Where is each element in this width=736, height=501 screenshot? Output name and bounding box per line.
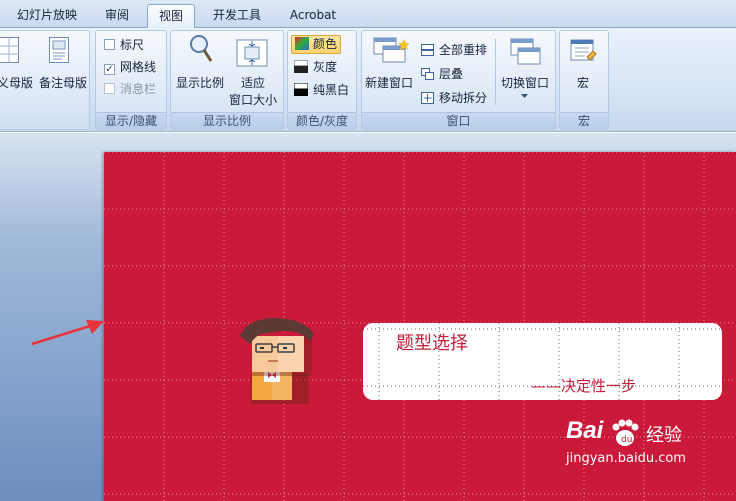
grayscale-icon xyxy=(293,59,309,73)
cascade-icon xyxy=(421,68,434,80)
cascade-button[interactable]: 层叠 xyxy=(421,65,463,82)
slide-master-icon xyxy=(0,37,19,63)
notes-master-icon xyxy=(49,37,69,63)
move-split-icon xyxy=(421,92,434,104)
black-white-icon xyxy=(293,82,309,96)
color-swatch-icon xyxy=(295,37,309,50)
gridlines-label: 网格线 xyxy=(120,60,157,74)
checkmark-icon: ✓ xyxy=(104,64,115,75)
black-white-button[interactable]: 纯黑白 xyxy=(293,81,350,98)
group-master-views: 义母版 备注母版 xyxy=(0,30,90,130)
cascade-label: 层叠 xyxy=(439,67,464,81)
fit-to-window-icon xyxy=(236,39,268,67)
ruler-check-icon xyxy=(104,39,115,50)
group-window: 新建窗口 全部重排 层叠 移动拆分 切换窗口 窗口 xyxy=(361,30,556,130)
gridlines-checkbox[interactable]: ✓ 网格线 xyxy=(104,58,156,75)
tab-slideshow[interactable]: 幻灯片放映 xyxy=(8,4,86,28)
cartoon-teacher-image xyxy=(240,318,314,404)
color-button[interactable]: 颜色 xyxy=(291,35,341,54)
watermark-url: jingyan.baidu.com xyxy=(566,451,686,466)
new-window-icon xyxy=(373,37,409,63)
message-bar-checkbox[interactable]: 消息栏 xyxy=(104,80,156,97)
group-label-color-grayscale: 颜色/灰度 xyxy=(288,112,356,129)
fit-to-window-button-line2[interactable]: 窗口大小 xyxy=(229,91,277,108)
callout-gridlines xyxy=(363,323,722,400)
magnifier-icon xyxy=(190,35,213,62)
zoom-button[interactable]: 显示比例 xyxy=(176,74,224,91)
macros-button[interactable]: 宏 xyxy=(577,74,589,91)
message-bar-label: 消息栏 xyxy=(120,82,157,96)
watermark-brand-cn: 经验 xyxy=(646,425,682,446)
baidu-jingyan-watermark: Bai du 经验 jingyan.baidu.com xyxy=(566,415,736,501)
paw-logo-icon: du xyxy=(612,419,639,446)
watermark-brand: Bai xyxy=(566,417,604,444)
ruler-label: 标尺 xyxy=(120,38,145,52)
black-white-label: 纯黑白 xyxy=(313,83,350,97)
chevron-down-icon[interactable] xyxy=(521,94,528,99)
arrange-all-button[interactable]: 全部重排 xyxy=(421,41,487,58)
macro-icon xyxy=(570,39,597,61)
group-label-zoom: 显示比例 xyxy=(171,112,283,129)
text-callout-box[interactable]: 题型选择 ——决定性一步 xyxy=(363,323,722,400)
group-show-hide: 标尺 ✓ 网格线 消息栏 显示/隐藏 xyxy=(95,30,167,130)
red-arrow-icon xyxy=(31,320,104,346)
grayscale-button[interactable]: 灰度 xyxy=(293,58,338,75)
ruler-checkbox[interactable]: 标尺 xyxy=(104,36,144,53)
grayscale-label: 灰度 xyxy=(313,60,338,74)
color-label: 颜色 xyxy=(313,37,338,51)
new-window-button[interactable]: 新建窗口 xyxy=(365,74,413,91)
tab-developer[interactable]: 开发工具 xyxy=(203,4,271,28)
group-color-grayscale: 颜色 灰度 纯黑白 颜色/灰度 xyxy=(287,30,357,130)
group-label-show-hide: 显示/隐藏 xyxy=(96,112,166,129)
ribbon-tab-bar: 幻灯片放映 审阅 视图 开发工具 Acrobat xyxy=(0,0,736,29)
group-macro: 宏 宏 xyxy=(559,30,609,130)
group-zoom: 显示比例 适应 窗口大小 显示比例 xyxy=(170,30,284,130)
group-label-window: 窗口 xyxy=(362,112,555,129)
switch-windows-button[interactable]: 切换窗口 xyxy=(501,74,549,91)
tab-review[interactable]: 审阅 xyxy=(94,4,140,28)
window-group-separator xyxy=(495,39,496,105)
tab-view[interactable]: 视图 xyxy=(147,4,195,29)
move-split-button[interactable]: 移动拆分 xyxy=(421,89,487,106)
notes-master-button[interactable]: 备注母版 xyxy=(39,74,87,91)
ribbon: 义母版 备注母版 标尺 ✓ 网格线 消息栏 显示/隐藏 显示比例 适应 窗口大小 … xyxy=(0,28,736,132)
tab-acrobat[interactable]: Acrobat xyxy=(280,4,346,28)
switch-windows-icon xyxy=(510,38,541,65)
move-split-label: 移动拆分 xyxy=(439,91,488,105)
svg-text:du: du xyxy=(621,435,632,445)
fit-to-window-button-line1[interactable]: 适应 xyxy=(241,74,265,91)
message-bar-check-icon xyxy=(104,83,115,94)
arrange-all-icon xyxy=(421,44,434,56)
group-label-macro: 宏 xyxy=(560,112,608,129)
arrange-all-label: 全部重排 xyxy=(439,43,488,57)
master-view-button[interactable]: 义母版 xyxy=(0,74,33,91)
